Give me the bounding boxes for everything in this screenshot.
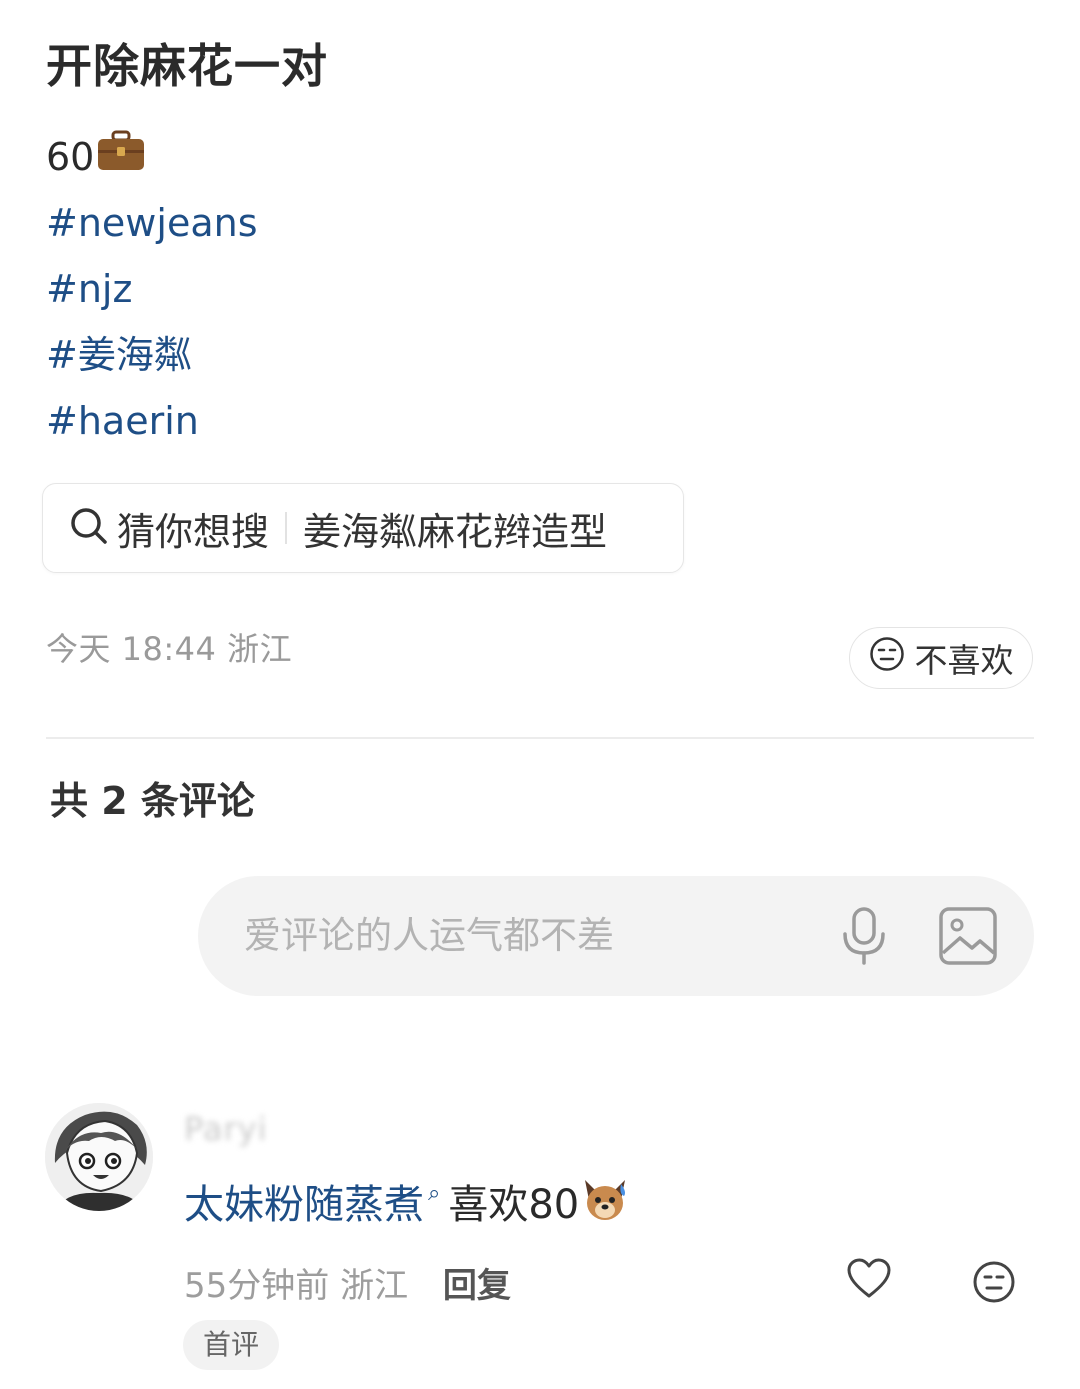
post-detail-page: 开除麻花一对 60 #newjeans #njz #姜海粼 #haerin 猜你…: [0, 0, 1080, 1389]
price-text: 60: [46, 135, 95, 179]
dislike-label: 不喜欢: [914, 641, 1014, 680]
comment-input-placeholder: 爱评论的人运气都不差: [244, 914, 614, 957]
first-comment-badge: 首评: [183, 1320, 280, 1370]
reply-button[interactable]: 回复: [443, 1266, 511, 1306]
comment-text: 太妹粉随蒸煮 ⌕ 喜欢80: [184, 1172, 631, 1230]
briefcase-icon: [96, 126, 146, 170]
divider: [285, 512, 288, 544]
search-icon: [69, 506, 109, 550]
comments-count-header: 共 2 条评论: [50, 779, 255, 823]
mention-search-icon: ⌕: [428, 1181, 441, 1206]
hashtag-link[interactable]: #newjeans: [46, 190, 258, 256]
comment-input[interactable]: 爱评论的人运气都不差: [198, 876, 1034, 996]
search-suggestion-prefix: 猜你想搜: [117, 509, 270, 554]
divider: [46, 737, 1034, 739]
mention-link[interactable]: 太妹粉随蒸煮: [184, 1182, 424, 1228]
image-icon[interactable]: [938, 906, 998, 970]
dislike-button[interactable]: 不喜欢: [849, 627, 1033, 689]
comment-username[interactable]: Paryi: [184, 1110, 267, 1148]
search-suggestion-card[interactable]: 猜你想搜 姜海粼麻花辫造型: [42, 483, 684, 573]
heart-icon[interactable]: [846, 1258, 892, 1304]
hashtag-link[interactable]: #姜海粼: [46, 322, 258, 388]
neutral-face-icon: [869, 636, 905, 680]
post-title: 开除麻花一对: [46, 39, 328, 93]
hashtag-link[interactable]: #njz: [46, 256, 258, 322]
microphone-icon[interactable]: [838, 906, 890, 970]
comment-body: 喜欢80: [448, 1182, 580, 1228]
post-time-location: 今天 18:44 浙江: [46, 630, 293, 668]
avatar[interactable]: [45, 1103, 153, 1211]
price-line: 60: [46, 124, 258, 190]
neutral-face-icon[interactable]: [972, 1260, 1016, 1308]
post-body: 60 #newjeans #njz #姜海粼 #haerin: [46, 124, 258, 454]
hashtag-link[interactable]: #haerin: [46, 388, 258, 454]
comment-meta: 55分钟前 浙江 回复: [184, 1258, 511, 1307]
comment-time-location: 55分钟前 浙江: [184, 1266, 409, 1306]
dog-sweat-emoji-icon: [579, 1176, 631, 1224]
search-suggestion-query: 姜海粼麻花辫造型: [303, 509, 608, 554]
